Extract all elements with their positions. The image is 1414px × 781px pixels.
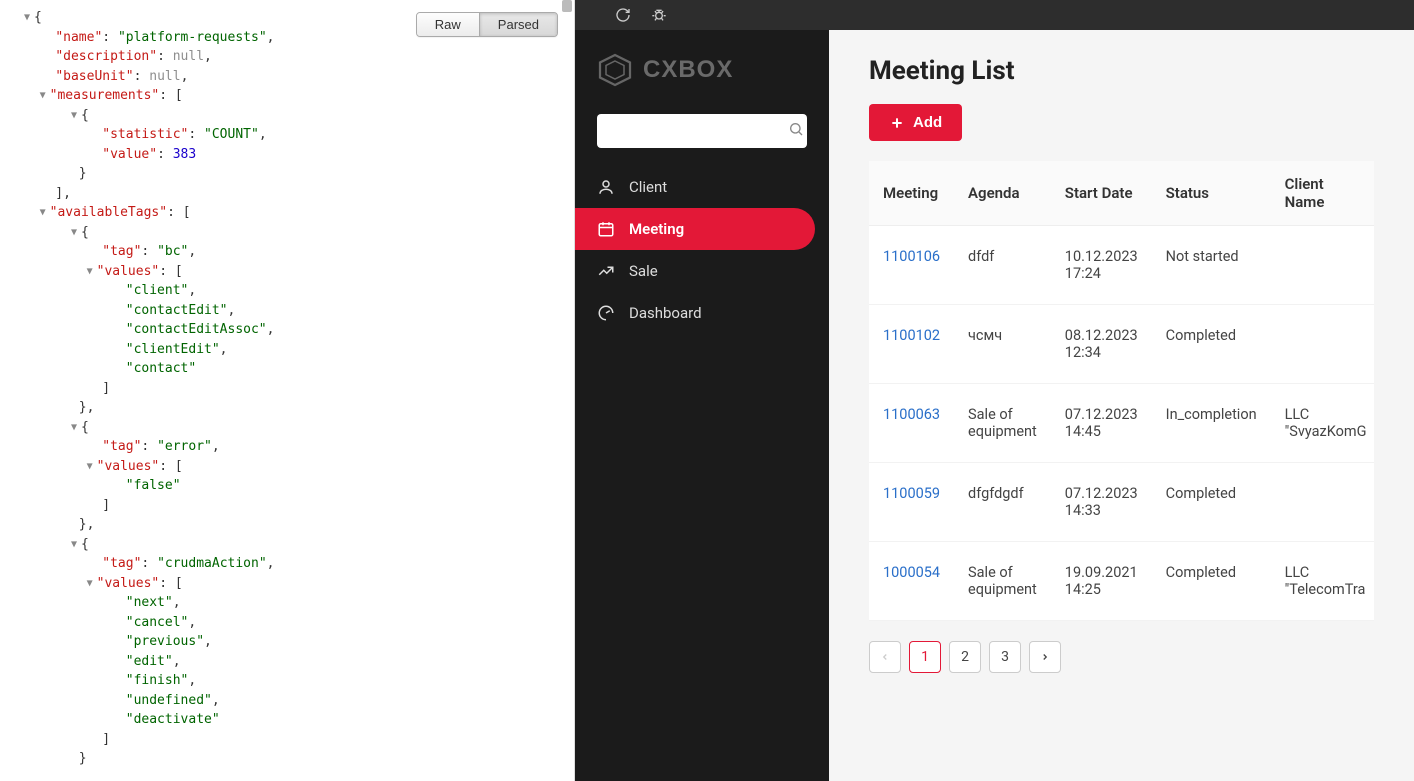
cell-client: LLC "SvyazKomG xyxy=(1271,384,1374,463)
gauge-icon xyxy=(597,304,615,322)
cell-status: Completed xyxy=(1152,542,1271,621)
pagination-prev[interactable] xyxy=(869,641,901,673)
table-row[interactable]: 1100102 чсмч08.12.202312:34Completed xyxy=(869,305,1374,384)
cell-status: In_completion xyxy=(1152,384,1271,463)
cell-status: Completed xyxy=(1152,463,1271,542)
add-button[interactable]: Add xyxy=(869,104,962,141)
json-tree: ▼{ "name": "platform-requests", "descrip… xyxy=(0,0,574,781)
logo-icon xyxy=(597,52,633,88)
sidebar-item-label: Sale xyxy=(629,262,658,280)
user-icon xyxy=(597,178,615,196)
sidebar-item-client[interactable]: Client xyxy=(575,166,815,208)
json-viewer-pane: Raw Parsed ▼{ "name": "platform-requests… xyxy=(0,0,575,781)
raw-parsed-toggle[interactable]: Raw Parsed xyxy=(416,12,558,37)
sidebar-item-label: Meeting xyxy=(629,220,684,238)
pagination-page-2[interactable]: 2 xyxy=(949,641,981,673)
col-status[interactable]: Status xyxy=(1152,161,1271,226)
sidebar-item-label: Dashboard xyxy=(629,304,702,322)
search-box[interactable] xyxy=(597,114,807,148)
cell-agenda: чсмч xyxy=(954,305,1051,384)
refresh-icon[interactable] xyxy=(615,7,631,23)
chevron-right-icon xyxy=(1040,652,1050,662)
col-client-name[interactable]: Client Name xyxy=(1271,161,1374,226)
col-meeting[interactable]: Meeting xyxy=(869,161,954,226)
cell-meeting: 1100063 xyxy=(869,384,954,463)
cell-client: LLC "TelecomTra xyxy=(1271,542,1374,621)
cell-start-date: 08.12.202312:34 xyxy=(1051,305,1152,384)
table-row[interactable]: 1100059 dfgfdgdf07.12.202314:33Completed xyxy=(869,463,1374,542)
raw-button[interactable]: Raw xyxy=(417,13,479,36)
meeting-table: Meeting Agenda Start Date Status Client … xyxy=(869,161,1374,621)
cell-client xyxy=(1271,305,1374,384)
page-title: Meeting List xyxy=(869,56,1374,86)
add-button-label: Add xyxy=(913,114,942,131)
cell-start-date: 07.12.202314:33 xyxy=(1051,463,1152,542)
cell-client xyxy=(1271,463,1374,542)
cell-start-date: 07.12.202314:45 xyxy=(1051,384,1152,463)
pagination-next[interactable] xyxy=(1029,641,1061,673)
cell-start-date: 10.12.202317:24 xyxy=(1051,226,1152,305)
cell-start-date: 19.09.202114:25 xyxy=(1051,542,1152,621)
chart-line-icon xyxy=(597,262,615,280)
table-row[interactable]: 1100063 Sale of equipment07.12.202314:45I… xyxy=(869,384,1374,463)
table-row[interactable]: 1100106 dfdf10.12.202317:24Not started xyxy=(869,226,1374,305)
sidebar-item-label: Client xyxy=(629,178,667,196)
cell-status: Completed xyxy=(1152,305,1271,384)
logo: CXBOX xyxy=(575,38,829,106)
cell-status: Not started xyxy=(1152,226,1271,305)
meeting-link[interactable]: 1100102 xyxy=(883,327,940,344)
pagination-page-1[interactable]: 1 xyxy=(909,641,941,673)
cell-client xyxy=(1271,226,1374,305)
app-pane: CXBOX Client Meeting Sale xyxy=(575,0,1414,781)
sidebar-item-dashboard[interactable]: Dashboard xyxy=(575,292,815,334)
calendar-icon xyxy=(597,220,615,238)
cell-meeting: 1100106 xyxy=(869,226,954,305)
cell-meeting: 1000054 xyxy=(869,542,954,621)
pagination-page-3[interactable]: 3 xyxy=(989,641,1021,673)
meeting-link[interactable]: 1100059 xyxy=(883,485,940,502)
col-start-date[interactable]: Start Date xyxy=(1051,161,1152,226)
cell-meeting: 1100059 xyxy=(869,463,954,542)
topbar xyxy=(575,0,1414,30)
cell-agenda: dfdf xyxy=(954,226,1051,305)
main-content: Meeting List Add Meeting Agenda Start Da… xyxy=(829,30,1414,781)
cell-agenda: Sale of equipment xyxy=(954,542,1051,621)
cell-meeting: 1100102 xyxy=(869,305,954,384)
meeting-link[interactable]: 1000054 xyxy=(883,564,940,581)
cell-agenda: Sale of equipment xyxy=(954,384,1051,463)
meeting-link[interactable]: 1100106 xyxy=(883,248,940,265)
sidebar-item-meeting[interactable]: Meeting xyxy=(575,208,815,250)
search-input[interactable] xyxy=(607,123,788,139)
brand-name: CXBOX xyxy=(643,56,733,84)
pagination: 1 2 3 xyxy=(869,641,1374,673)
scrollbar[interactable] xyxy=(562,0,572,781)
sidebar: CXBOX Client Meeting Sale xyxy=(575,30,829,781)
table-header-row: Meeting Agenda Start Date Status Client … xyxy=(869,161,1374,226)
chevron-left-icon xyxy=(880,652,890,662)
cell-agenda: dfgfdgdf xyxy=(954,463,1051,542)
search-icon[interactable] xyxy=(788,121,804,141)
sidebar-item-sale[interactable]: Sale xyxy=(575,250,815,292)
parsed-button[interactable]: Parsed xyxy=(479,13,557,36)
meeting-link[interactable]: 1100063 xyxy=(883,406,940,423)
plus-icon xyxy=(889,115,905,131)
bug-icon[interactable] xyxy=(651,7,667,23)
table-row[interactable]: 1000054 Sale of equipment19.09.202114:25C… xyxy=(869,542,1374,621)
col-agenda[interactable]: Agenda xyxy=(954,161,1051,226)
